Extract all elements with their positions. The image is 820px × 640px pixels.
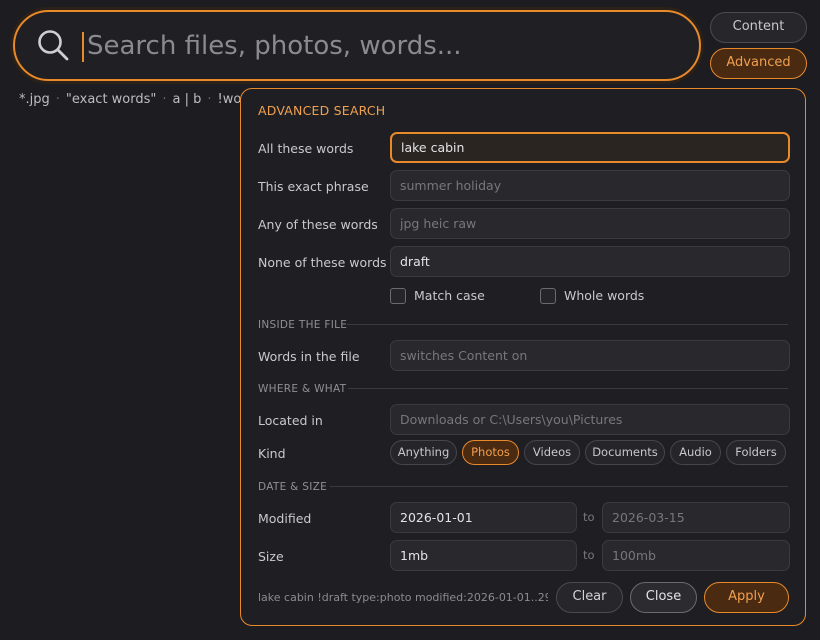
words-in-file-input[interactable]: [390, 340, 790, 371]
kind-label: Kind: [258, 446, 286, 461]
kind-chip-videos[interactable]: Videos: [524, 440, 580, 465]
clear-button[interactable]: Clear: [556, 582, 623, 613]
any-words-label: Any of these words: [258, 217, 378, 232]
kind-chip-anything[interactable]: Anything: [390, 440, 457, 465]
all-words-label: All these words: [258, 141, 354, 156]
section-divider: [347, 324, 788, 325]
size-from-input[interactable]: [390, 540, 577, 571]
kind-chip-audio[interactable]: Audio: [670, 440, 721, 465]
modified-to-label: to: [583, 510, 595, 524]
located-in-label: Located in: [258, 413, 323, 428]
kind-chip-photos[interactable]: Photos: [462, 440, 519, 465]
kind-chip-folders[interactable]: Folders: [726, 440, 786, 465]
advanced-toggle-button[interactable]: Advanced: [710, 48, 807, 79]
hint-exact-phrase[interactable]: "exact words": [66, 92, 157, 107]
text-caret: [82, 32, 84, 62]
search-bar[interactable]: [13, 10, 701, 81]
modified-to-input[interactable]: [602, 502, 790, 533]
whole-words-checkbox[interactable]: Whole words: [540, 287, 644, 304]
section-divider: [348, 388, 788, 389]
modified-label: Modified: [258, 511, 312, 526]
size-to-input[interactable]: [602, 540, 790, 571]
hint-separator: ·: [207, 92, 212, 107]
match-case-label: Match case: [414, 288, 485, 303]
query-summary: lake cabin !draft type:photo modified:20…: [258, 591, 548, 604]
search-icon: [38, 30, 69, 61]
hint-separator: ·: [55, 92, 60, 107]
hint-separator: ·: [162, 92, 167, 107]
size-label: Size: [258, 549, 284, 564]
all-words-input[interactable]: [390, 132, 790, 163]
kind-chip-documents[interactable]: Documents: [585, 440, 665, 465]
located-in-input[interactable]: [390, 404, 790, 435]
match-case-checkbox[interactable]: Match case: [390, 287, 485, 304]
content-toggle-button[interactable]: Content: [710, 12, 807, 43]
checkbox-box[interactable]: [390, 287, 406, 304]
hint-wildcard[interactable]: *.jpg: [19, 92, 50, 107]
size-to-label: to: [583, 548, 595, 562]
none-words-input[interactable]: [390, 246, 790, 277]
none-words-label: None of these words: [258, 255, 387, 270]
apply-button[interactable]: Apply: [704, 582, 789, 613]
whole-words-label: Whole words: [564, 288, 645, 303]
section-where-what: WHERE & WHAT: [258, 383, 347, 395]
exact-phrase-label: This exact phrase: [258, 179, 369, 194]
section-date-size: DATE & SIZE: [258, 481, 328, 493]
exact-phrase-input[interactable]: [390, 170, 790, 201]
section-inside-file: INSIDE THE FILE: [258, 319, 348, 331]
words-in-file-label: Words in the file: [258, 349, 360, 364]
hint-or[interactable]: a | b: [173, 92, 202, 107]
modified-from-input[interactable]: [390, 502, 577, 533]
section-divider: [330, 486, 788, 487]
advanced-search-panel: ADVANCED SEARCH All these words This exa…: [240, 88, 806, 626]
close-button[interactable]: Close: [630, 582, 697, 613]
any-words-input[interactable]: [390, 208, 790, 239]
search-input[interactable]: [87, 26, 677, 66]
panel-title: ADVANCED SEARCH: [258, 103, 386, 118]
search-syntax-hints: *.jpg·"exact words"·a | b·!word·: [19, 92, 271, 107]
checkbox-box[interactable]: [540, 287, 556, 304]
